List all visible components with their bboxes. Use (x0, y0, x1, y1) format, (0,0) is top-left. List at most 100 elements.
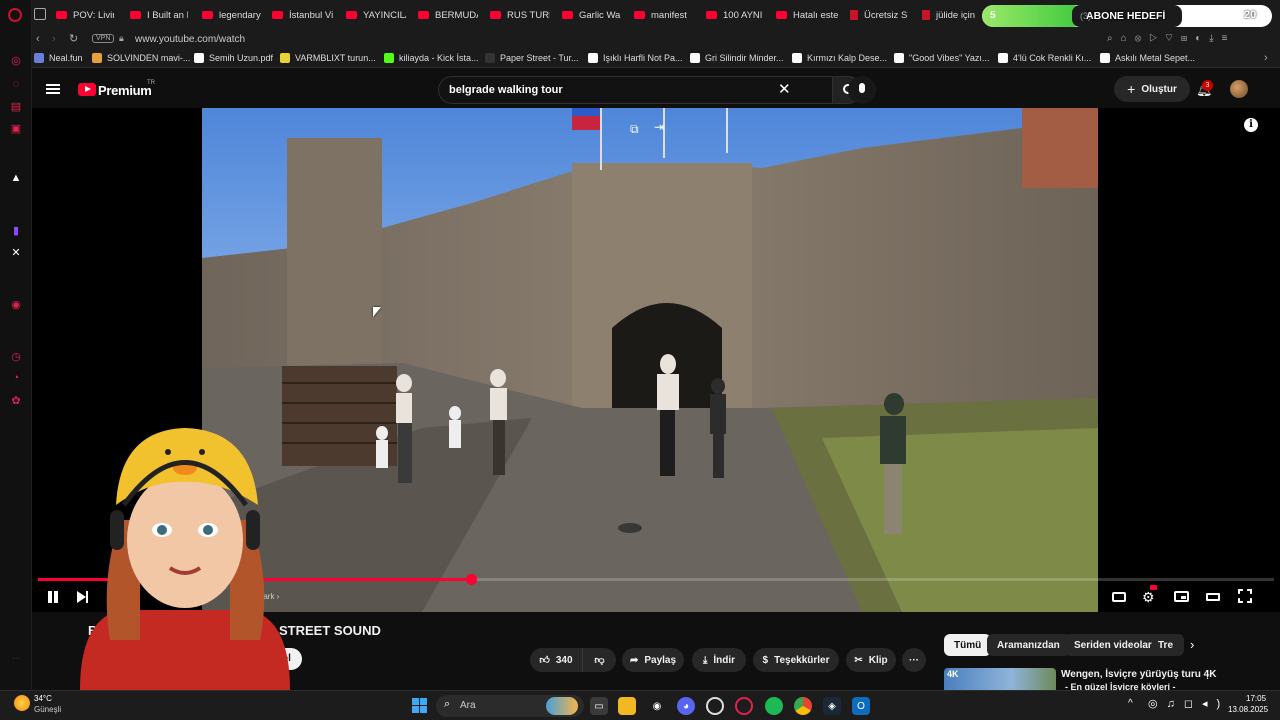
tab[interactable]: Ücretsiz S (850, 6, 910, 24)
tab[interactable]: jülide için (922, 6, 982, 24)
obs-icon[interactable]: ◉ (648, 697, 666, 715)
tab[interactable]: I Built an E (130, 6, 188, 24)
chip-all[interactable]: Tümü (944, 634, 992, 656)
like-button[interactable]: 👍︎ 340 (530, 648, 582, 672)
forward-icon[interactable]: › (52, 33, 56, 45)
file-explorer-icon[interactable] (618, 697, 636, 715)
bookmark-item[interactable]: Işıklı Harfli Not Pa... (588, 53, 683, 63)
tab[interactable]: İstanbul Vi (272, 6, 334, 24)
progress-scrubber[interactable] (465, 574, 477, 585)
messenger-icon[interactable]: ◌ (8, 76, 24, 92)
tab[interactable]: 100 AYNI (706, 6, 768, 24)
bookmark-item[interactable]: Neal.fun (34, 53, 83, 63)
clock-time[interactable]: 17:05 (1246, 694, 1266, 703)
more-icon[interactable]: ··· (8, 650, 24, 666)
start-icon[interactable] (412, 698, 427, 713)
tab[interactable]: BERMUDA (418, 6, 478, 24)
inbox-icon[interactable]: ▤ (8, 98, 24, 114)
tab[interactable]: YAYINCILA (346, 6, 406, 24)
search-input[interactable]: belgrade walking tour (438, 76, 832, 104)
twitch-icon[interactable]: ▮ (8, 222, 24, 238)
workspaces-icon[interactable] (34, 8, 46, 20)
vpn-badge[interactable]: VPN (92, 34, 115, 43)
recommendation-menu-icon[interactable]: ⋮ (1202, 668, 1213, 681)
theater-mode-icon[interactable] (1206, 593, 1220, 601)
tray-overflow-icon[interactable]: ^ (1128, 698, 1133, 709)
more-actions-button[interactable]: ··· (902, 648, 926, 672)
aria-icon[interactable]: ◎ (8, 52, 24, 68)
bookmark-item[interactable]: "Good Vibes" Yazı... (894, 53, 989, 63)
task-view-icon[interactable]: ▭ (590, 697, 608, 715)
bookmark-item[interactable]: Askılı Metal Sepet... (1100, 53, 1195, 63)
chat-icon[interactable]: ◔ (8, 370, 24, 386)
dislike-button[interactable]: 👎︎ (582, 648, 616, 672)
youtube-logo-icon[interactable] (78, 83, 96, 96)
music-icon[interactable]: ▣ (8, 120, 24, 136)
steam-icon[interactable]: ◈ (823, 697, 841, 715)
menu-icon[interactable] (46, 84, 60, 94)
bookmark-item[interactable]: kiliayda - Kick İsta... (384, 53, 479, 63)
clock-date[interactable]: 13.08.2025 (1228, 705, 1268, 714)
tray-icons[interactable]: ◎♫◻◂) (1148, 697, 1229, 710)
bookmark-item[interactable]: Semih Uzun.pdf (194, 53, 273, 63)
bookmarks-overflow-icon[interactable]: › (1264, 52, 1268, 64)
fullscreen-icon[interactable] (1238, 589, 1252, 603)
tab[interactable]: POV: Living (56, 6, 114, 24)
bookmark-item[interactable]: VARMBLIXT turun... (280, 53, 376, 63)
bookmark-item[interactable]: 4'lü Cok Renkli Kı... (998, 53, 1091, 63)
recommendation-thumbnail[interactable]: 4K (944, 668, 1056, 690)
opera-logo-icon[interactable] (8, 8, 22, 22)
thanks-button[interactable]: $ Teşekkürler (753, 648, 839, 672)
tab[interactable]: manifest (634, 6, 696, 24)
tab[interactable]: Garlic Wa (562, 6, 624, 24)
chip-from-search[interactable]: Aramanızdan (987, 634, 1070, 656)
settings-gear-icon[interactable]: ⚙ (1142, 589, 1155, 606)
spotify-icon[interactable] (765, 697, 783, 715)
clear-search-icon[interactable]: ✕ (778, 80, 791, 98)
opera-gx-icon[interactable] (735, 697, 753, 715)
bookmark-item[interactable]: SOLVINDEN mavi-... (92, 53, 190, 63)
share-button[interactable]: ➦ Paylaş (622, 648, 684, 672)
download-button[interactable]: ⤓ İndir (692, 648, 746, 672)
tab[interactable]: Hatalı este (776, 6, 838, 24)
arc-icon[interactable]: ▲ (8, 170, 24, 186)
tab[interactable]: RUS TURI (490, 6, 550, 24)
pip-icon[interactable]: ⧉ (630, 122, 639, 137)
bookmark-item[interactable]: Kırmızı Kalp Dese... (792, 53, 887, 63)
extension-icons[interactable]: ⌕⌂⊗▷♡⊞◐⤓≡ (1107, 33, 1236, 44)
weather-temp[interactable]: 34°C (34, 694, 52, 703)
discord-icon[interactable]: ◕ (677, 697, 695, 715)
avatar[interactable] (1230, 80, 1248, 98)
voice-search-button[interactable] (848, 76, 876, 104)
miniplayer-icon[interactable] (1174, 591, 1189, 602)
clip-button[interactable]: ✂ Klip (846, 648, 896, 672)
weather-sun-icon[interactable] (14, 695, 30, 711)
video-frame[interactable]: ⧉ ⇥ (202, 108, 1098, 612)
subtitles-icon[interactable] (1112, 592, 1126, 602)
reload-icon[interactable]: ↻ (69, 32, 78, 45)
taskbar-search[interactable]: ⌕ Ara (436, 695, 584, 717)
share-overlay-icon[interactable]: ⇥ (654, 120, 664, 134)
chrome-icon[interactable] (794, 697, 812, 715)
pause-icon[interactable] (46, 590, 60, 604)
create-button[interactable]: + Oluştur (1114, 76, 1190, 102)
url-field[interactable]: www.youtube.com/watch (135, 34, 245, 45)
settings-icon[interactable]: ✿ (8, 392, 24, 408)
logo-text[interactable]: Premium (98, 83, 152, 98)
chip-from-series[interactable]: Seriden videolar (1064, 634, 1162, 656)
chip-more[interactable]: Tre (1152, 634, 1184, 656)
player-icon[interactable]: ◉ (8, 296, 24, 312)
recommendation-subtitle[interactable]: - En güzel İsviçre köyleri - (1065, 682, 1176, 690)
bookmark-item[interactable]: Paper Street - Tur... (485, 53, 579, 63)
info-icon[interactable]: i (1244, 118, 1258, 132)
back-icon[interactable]: ‹ (36, 33, 40, 45)
history-icon[interactable]: ◷ (8, 348, 24, 364)
chips-next-icon[interactable]: › (1190, 637, 1194, 652)
outlook-icon[interactable]: O (852, 697, 870, 715)
weather-label[interactable]: Güneşli (34, 705, 61, 714)
bookmark-item[interactable]: Gri Silindir Minder... (690, 53, 784, 63)
tab[interactable]: legendary (202, 6, 264, 24)
recommendation-title[interactable]: Wengen, İsviçre yürüyüş turu 4K (1061, 669, 1216, 680)
x-icon[interactable]: ✕ (8, 244, 24, 260)
app-icon[interactable] (706, 697, 724, 715)
